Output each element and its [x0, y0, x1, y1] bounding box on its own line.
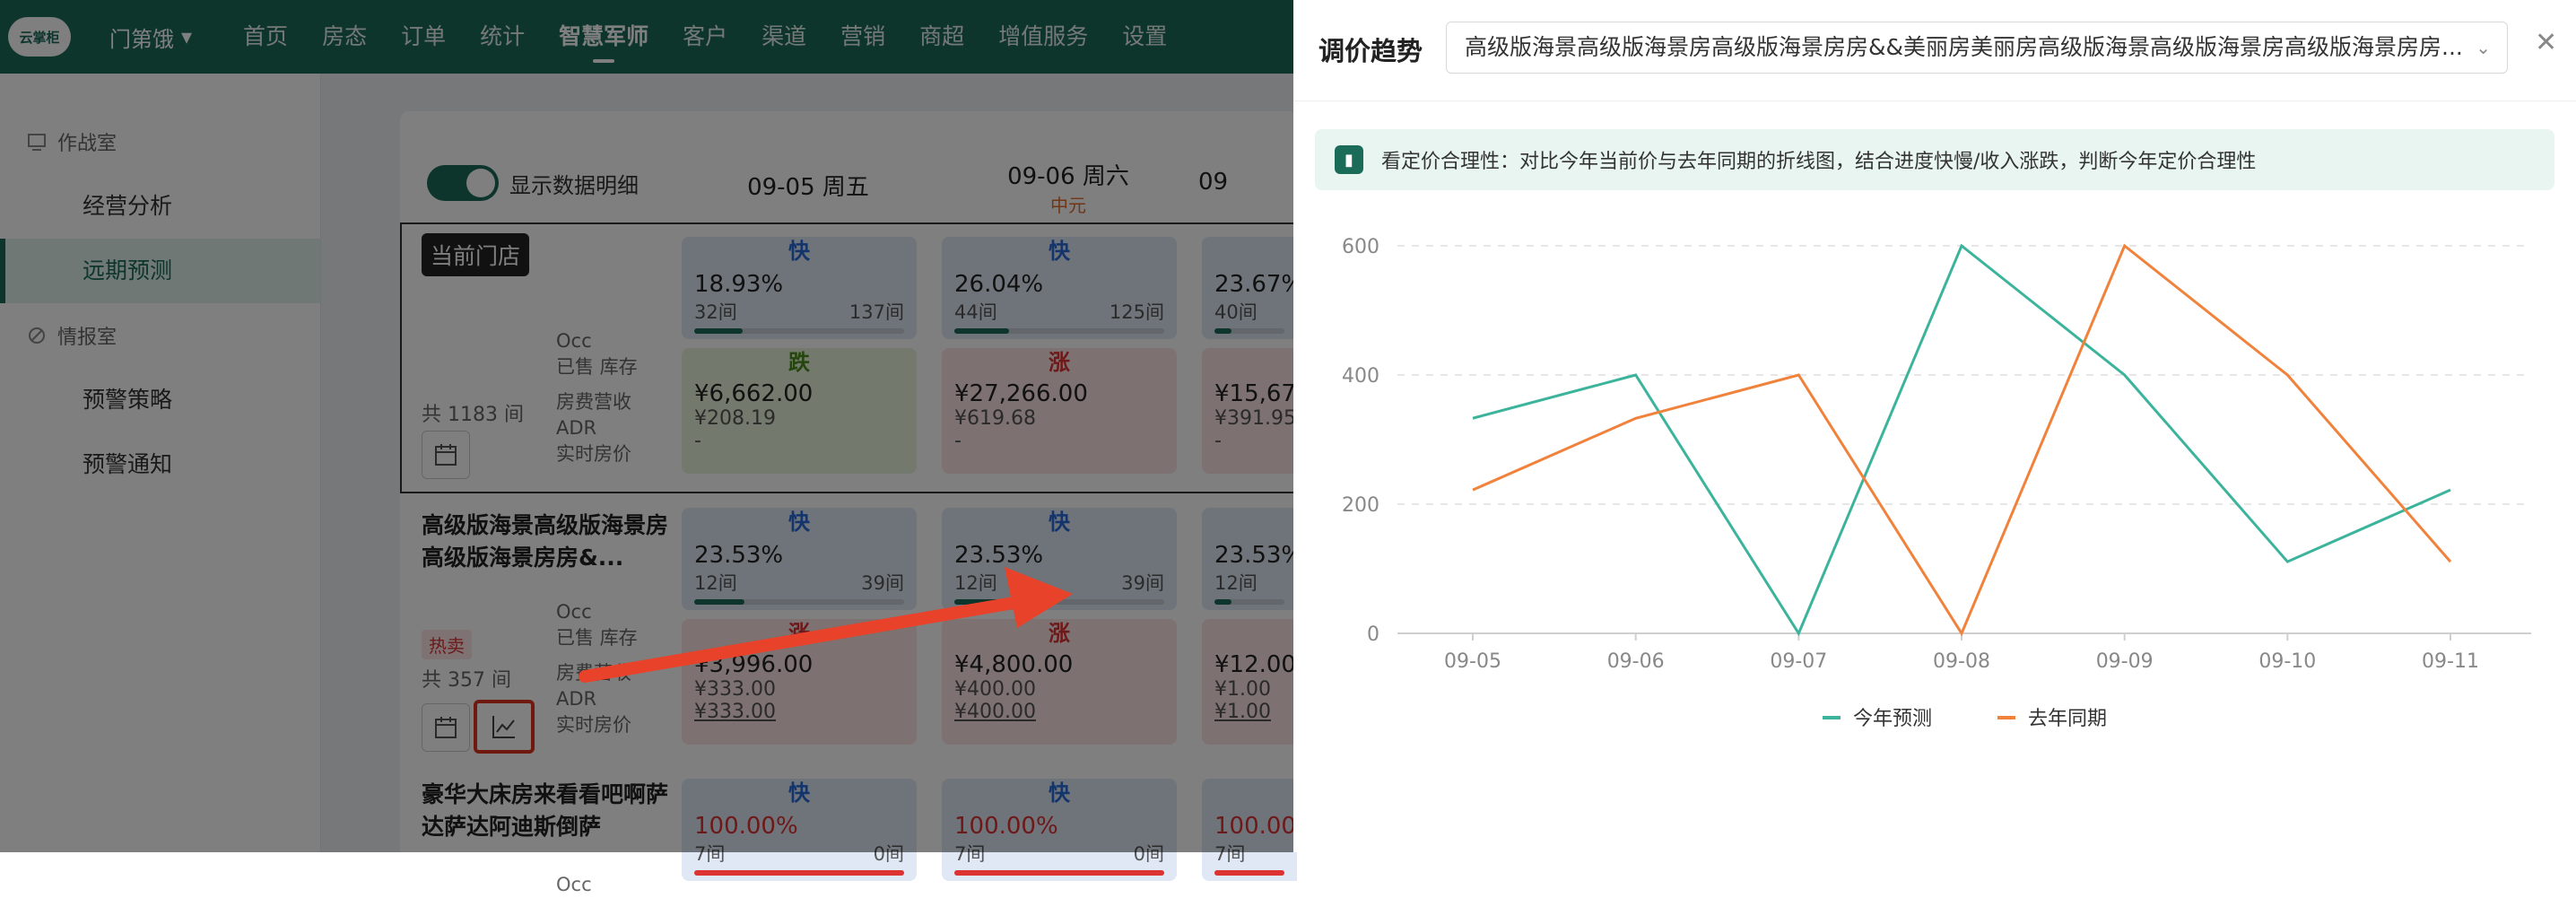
occ-progress-fill	[1214, 870, 1284, 876]
y-tick-label: 400	[1342, 365, 1379, 388]
x-tick-label: 09-10	[2258, 650, 2316, 673]
price-trend-drawer: 调价趋势 高级版海景高级版海景房高级版海景房房&&美丽房美丽房高级版海景高级版海…	[1293, 0, 2576, 852]
y-tick-label: 600	[1342, 236, 1379, 258]
chart-insight-icon: ▮	[1335, 145, 1363, 174]
occ-progress-fill	[954, 870, 1164, 876]
series-line-0	[1472, 243, 2451, 637]
drawer-title: 调价趋势	[1318, 36, 1423, 66]
occ-progress-bar	[1214, 870, 1284, 876]
x-tick-label: 09-09	[2096, 650, 2154, 673]
info-tip: ▮ 看定价合理性：对比今年当前价与去年同期的折线图，结合进度快慢/收入涨跌，判断…	[1315, 129, 2554, 190]
info-tip-text: 看定价合理性：对比今年当前价与去年同期的折线图，结合进度快慢/收入涨跌，判断今年…	[1381, 151, 2257, 173]
room-type-select[interactable]: 高级版海景高级版海景房高级版海景房房&&美丽房美丽房高级版海景高级版海景房高级版…	[1446, 22, 2508, 74]
x-tick-label: 09-11	[2422, 650, 2479, 673]
occ-progress-bar	[694, 870, 904, 876]
close-icon: ✕	[2535, 27, 2558, 58]
annotation-arrow	[579, 567, 1073, 683]
close-button[interactable]: ✕	[2535, 27, 2557, 58]
divider	[1293, 100, 2576, 101]
y-tick-label: 200	[1342, 494, 1379, 517]
x-tick-label: 09-05	[1444, 650, 1501, 673]
legend-label: 今年预测	[1853, 708, 1932, 730]
price-trend-chart: 0 200 400 600 09-05 09-06 09-07 09-08 09-09 09-10…	[1342, 236, 2531, 730]
x-tick-label: 09-08	[1933, 650, 1990, 673]
series-line-1	[1472, 243, 2452, 637]
chevron-down-icon: ⌄	[2476, 37, 2491, 58]
x-tick-label: 09-07	[1770, 650, 1827, 673]
app-root: 云掌柜 门第饿 ▾ 首页 房态 订单 统计 智慧军师 客户 渠道 营销 商超 增…	[0, 0, 2576, 895]
x-tick-label: 09-06	[1607, 650, 1665, 673]
y-tick-label: 0	[1367, 623, 1379, 646]
legend-label: 去年同期	[2028, 708, 2107, 730]
metric-occ-label: Occ	[556, 874, 592, 895]
occ-progress-fill	[694, 870, 904, 876]
room-type-select-value: 高级版海景高级版海景房高级版海景房房&&美丽房美丽房高级版海景高级版海景房高级版…	[1465, 34, 2463, 60]
occ-progress-bar	[954, 870, 1164, 876]
